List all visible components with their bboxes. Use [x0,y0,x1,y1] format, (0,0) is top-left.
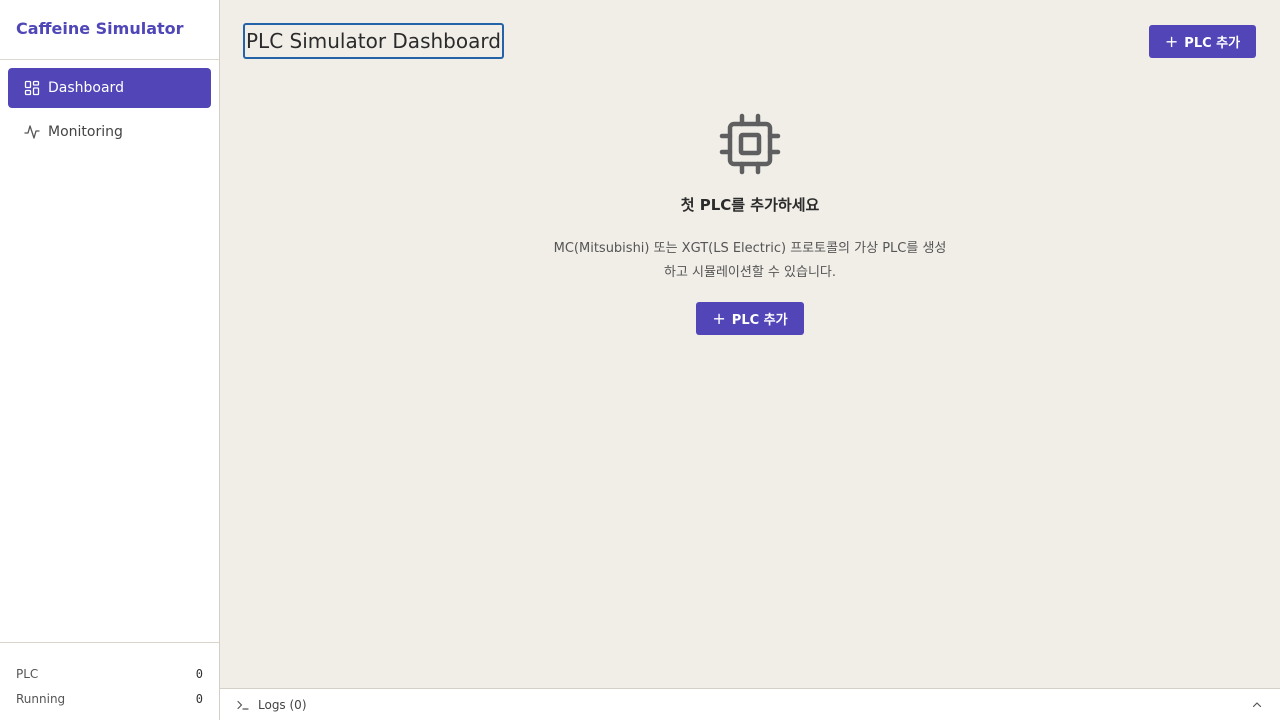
activity-pulse-icon [24,124,40,140]
sidebar-item-dashboard[interactable]: Dashboard [8,68,211,108]
stat-plc: PLC 0 [16,661,203,686]
add-plc-button-label: PLC 추가 [1184,36,1241,51]
sidebar-item-label: Dashboard [48,80,124,96]
plus-icon: + [1164,31,1179,51]
empty-add-plc-button-label: PLC 추가 [731,313,788,328]
stat-value: 0 [195,666,203,681]
add-plc-button[interactable]: + PLC 추가 [1149,25,1256,58]
stat-running: Running 0 [16,686,203,711]
sidebar-nav: Dashboard Monitoring [0,60,219,152]
stat-value: 0 [195,691,203,706]
stat-label: PLC [16,666,39,681]
sidebar-stats: PLC 0 Running 0 [0,642,219,720]
dashboard-grid-icon [24,80,40,96]
sidebar-item-monitoring[interactable]: Monitoring [8,112,211,152]
page-title[interactable]: PLC Simulator Dashboard [243,23,504,59]
app-root: Caffeine Simulator Dashboard Monitoring … [0,0,1280,720]
main-content: PLC Simulator Dashboard + PLC 추가 첫 PLC를 … [220,0,1280,688]
empty-add-plc-button[interactable]: + PLC 추가 [696,302,804,335]
sidebar: Caffeine Simulator Dashboard Monitoring … [0,0,220,720]
terminal-icon [236,698,250,712]
logs-panel-toggle[interactable]: Logs (0) [220,688,1280,720]
app-brand: Caffeine Simulator [0,0,219,60]
logs-label: Logs (0) [258,697,307,712]
plus-icon: + [712,308,726,328]
empty-state-description: MC(Mitsubishi) 또는 XGT(LS Electric) 프로토콜의… [553,241,947,280]
empty-state-title: 첫 PLC를 추가하세요 [680,196,820,214]
sidebar-item-label: Monitoring [48,124,123,140]
cpu-chip-icon [718,112,782,176]
chevron-up-icon[interactable] [1250,698,1264,712]
stat-label: Running [16,691,66,706]
empty-state: 첫 PLC를 추가하세요 MC(Mitsubishi) 또는 XGT(LS El… [220,112,1280,335]
